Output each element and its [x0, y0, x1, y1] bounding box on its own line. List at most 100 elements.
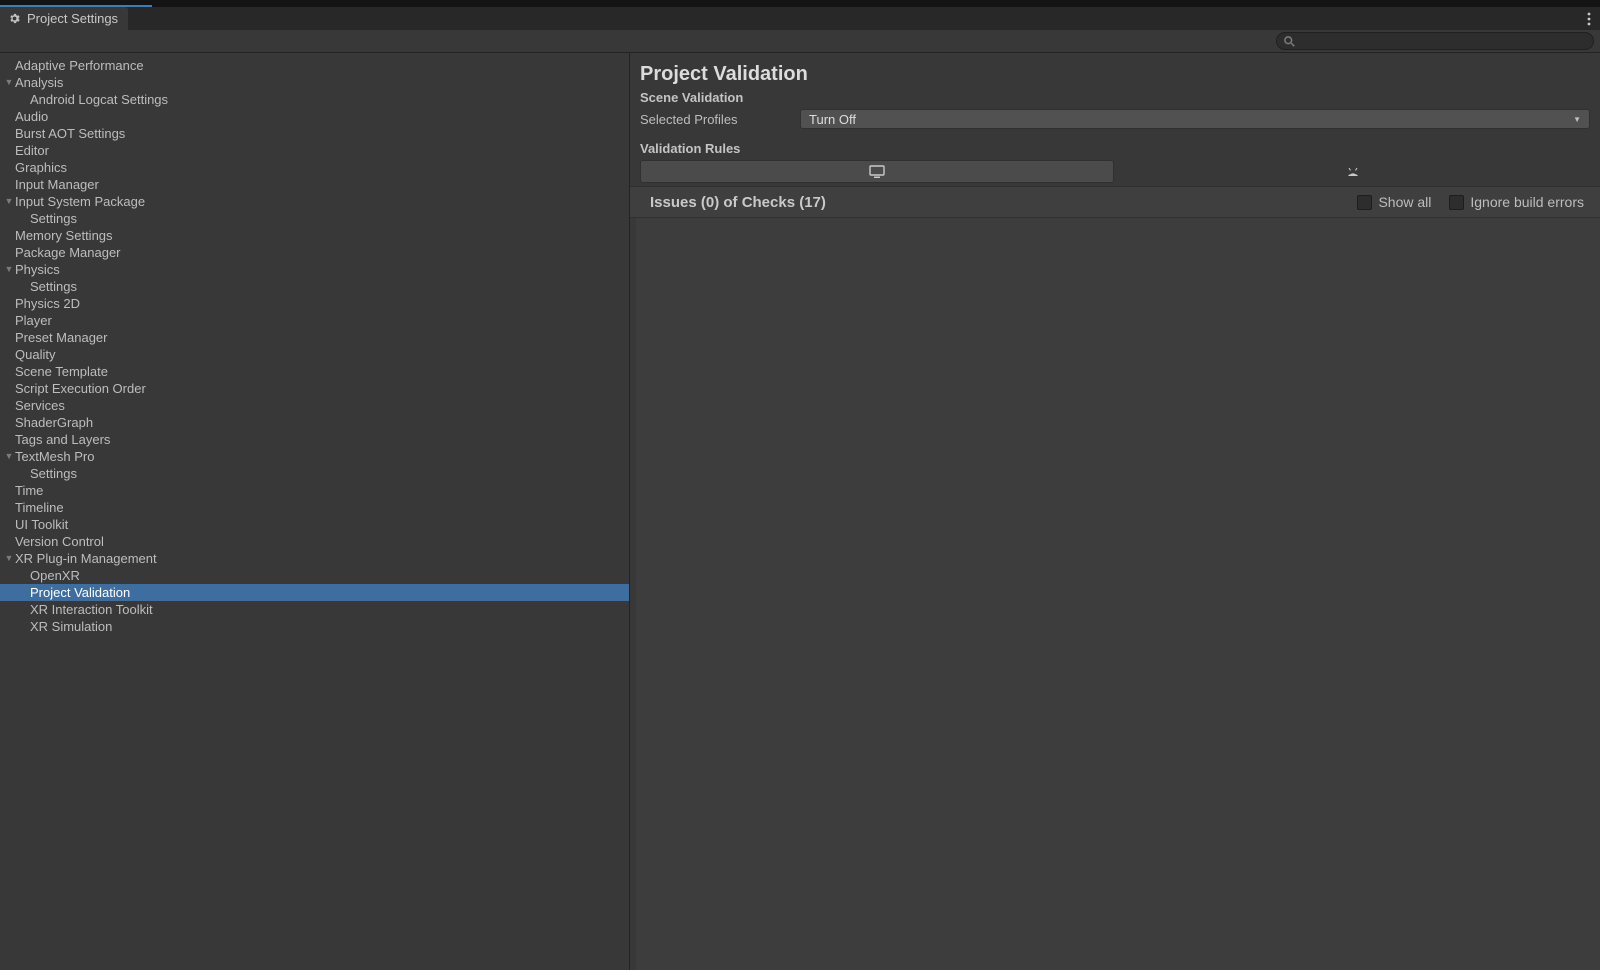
tree-item-label: XR Plug-in Management	[15, 550, 157, 567]
window-active-accent	[0, 0, 152, 7]
tree-item[interactable]: Script Execution Order	[0, 380, 629, 397]
tree-item[interactable]: XR Plug-in Management	[0, 550, 629, 567]
tree-item-label: Preset Manager	[15, 329, 108, 346]
tree-item[interactable]: TextMesh Pro	[0, 448, 629, 465]
tree-item-label: Player	[15, 312, 52, 329]
show-all-label: Show all	[1378, 194, 1431, 210]
tree-item-label: Graphics	[15, 159, 67, 176]
tree-item[interactable]: Physics	[0, 261, 629, 278]
tree-item-label: Analysis	[15, 74, 63, 91]
platform-tab-android[interactable]	[1117, 160, 1591, 183]
tree-item-label: Editor	[15, 142, 49, 159]
tree-item[interactable]: Settings	[0, 210, 629, 227]
tree-item[interactable]: Quality	[0, 346, 629, 363]
tree-item-label: Audio	[15, 108, 48, 125]
tree-item-label: Adaptive Performance	[15, 57, 144, 74]
tree-item[interactable]: Timeline	[0, 499, 629, 516]
tab-project-settings[interactable]: Project Settings	[0, 7, 128, 30]
tree-item-label: Burst AOT Settings	[15, 125, 125, 142]
tree-item[interactable]: Memory Settings	[0, 227, 629, 244]
tree-item[interactable]: Physics 2D	[0, 295, 629, 312]
expand-arrow-icon[interactable]	[3, 550, 15, 567]
tree-item-label: Script Execution Order	[15, 380, 146, 397]
tree-item[interactable]: Services	[0, 397, 629, 414]
tree-item[interactable]: Time	[0, 482, 629, 499]
tree-item-label: Input Manager	[15, 176, 99, 193]
tree-item-label: Tags and Layers	[15, 431, 110, 448]
tree-item-label: Time	[15, 482, 43, 499]
expand-arrow-icon[interactable]	[3, 74, 15, 91]
tree-item[interactable]: Android Logcat Settings	[0, 91, 629, 108]
tree-item[interactable]: XR Simulation	[0, 618, 629, 635]
tree-item-label: Timeline	[15, 499, 64, 516]
tree-item[interactable]: Tags and Layers	[0, 431, 629, 448]
tree-item-label: OpenXR	[30, 567, 80, 584]
tree-item-label: Version Control	[15, 533, 104, 550]
tree-item-label: Services	[15, 397, 65, 414]
tree-item-label: Scene Template	[15, 363, 108, 380]
tree-item-label: Input System Package	[15, 193, 145, 210]
page-title: Project Validation	[640, 63, 1590, 86]
validation-results-area	[636, 218, 1600, 970]
tree-item-label: ShaderGraph	[15, 414, 93, 431]
tree-item-label: Settings	[30, 210, 77, 227]
selected-profiles-row: Selected Profiles Turn Off	[640, 109, 1590, 129]
tree-item[interactable]: UI Toolkit	[0, 516, 629, 533]
scene-validation-header: Scene Validation	[640, 90, 1590, 105]
settings-category-tree[interactable]: Adaptive PerformanceAnalysisAndroid Logc…	[0, 53, 630, 970]
toolbar	[0, 30, 1600, 53]
tree-item[interactable]: Input Manager	[0, 176, 629, 193]
tree-item[interactable]: Input System Package	[0, 193, 629, 210]
platform-tabs	[640, 160, 1590, 186]
tree-item[interactable]: XR Interaction Toolkit	[0, 601, 629, 618]
tree-item[interactable]: OpenXR	[0, 567, 629, 584]
search-field[interactable]	[1276, 32, 1594, 50]
tree-item-label: Settings	[30, 465, 77, 482]
tree-item[interactable]: Settings	[0, 465, 629, 482]
tree-item-label: Package Manager	[15, 244, 121, 261]
platform-tab-standalone[interactable]	[640, 160, 1114, 183]
tree-item[interactable]: Analysis	[0, 74, 629, 91]
tree-item-label: Android Logcat Settings	[30, 91, 168, 108]
show-all-checkbox[interactable]: Show all	[1357, 194, 1431, 210]
tree-item[interactable]: Adaptive Performance	[0, 57, 629, 74]
tree-item[interactable]: Project Validation	[0, 584, 629, 601]
checkbox-box	[1449, 195, 1464, 210]
tree-item-label: Project Validation	[30, 584, 130, 601]
issues-count-label: Issues (0) of Checks (17)	[650, 194, 826, 211]
tree-item-label: Physics 2D	[15, 295, 80, 312]
tree-item-label: TextMesh Pro	[15, 448, 94, 465]
tree-item[interactable]: Version Control	[0, 533, 629, 550]
validation-rules-header: Validation Rules	[640, 141, 1590, 156]
tree-item-label: Memory Settings	[15, 227, 113, 244]
expand-arrow-icon[interactable]	[3, 448, 15, 465]
monitor-icon	[869, 165, 885, 179]
tree-item[interactable]: Settings	[0, 278, 629, 295]
search-input[interactable]	[1299, 34, 1587, 48]
selected-profiles-dropdown[interactable]: Turn Off	[800, 109, 1590, 129]
android-icon	[1345, 166, 1361, 178]
tree-item[interactable]: Graphics	[0, 159, 629, 176]
tree-item-label: XR Simulation	[30, 618, 112, 635]
window-menu-button[interactable]	[1578, 7, 1600, 30]
gear-icon	[8, 12, 21, 25]
tree-item[interactable]: Editor	[0, 142, 629, 159]
tree-item[interactable]: Player	[0, 312, 629, 329]
tree-item[interactable]: Package Manager	[0, 244, 629, 261]
tree-item[interactable]: ShaderGraph	[0, 414, 629, 431]
tree-item[interactable]: Burst AOT Settings	[0, 125, 629, 142]
tree-item-label: XR Interaction Toolkit	[30, 601, 153, 618]
tree-item-label: Quality	[15, 346, 55, 363]
window-tab-bar: Project Settings	[0, 7, 1600, 30]
search-icon	[1283, 35, 1295, 47]
expand-arrow-icon[interactable]	[3, 193, 15, 210]
checkbox-box	[1357, 195, 1372, 210]
expand-arrow-icon[interactable]	[3, 261, 15, 278]
tree-item[interactable]: Preset Manager	[0, 329, 629, 346]
tree-item[interactable]: Audio	[0, 108, 629, 125]
tree-item[interactable]: Scene Template	[0, 363, 629, 380]
tree-item-label: Physics	[15, 261, 60, 278]
settings-detail-panel: Project Validation Scene Validation Sele…	[630, 53, 1600, 970]
ignore-build-errors-checkbox[interactable]: Ignore build errors	[1449, 194, 1584, 210]
selected-profiles-label: Selected Profiles	[640, 112, 800, 127]
